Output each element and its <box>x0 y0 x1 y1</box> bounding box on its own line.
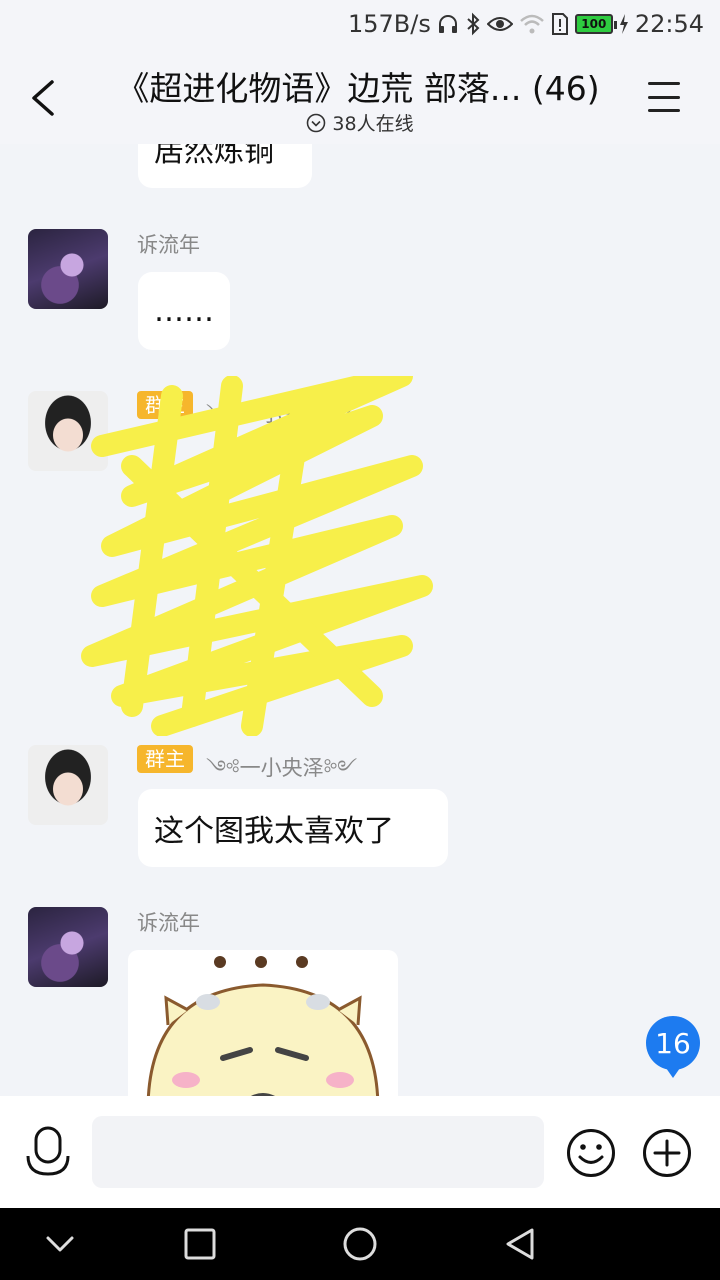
network-speed: 157B/s <box>347 10 431 38</box>
avatar[interactable] <box>28 907 108 987</box>
message-input[interactable] <box>92 1116 544 1188</box>
plus-icon[interactable] <box>642 1128 692 1178</box>
back-triangle-icon[interactable] <box>502 1226 538 1262</box>
eye-icon <box>486 12 513 36</box>
charging-icon <box>619 12 629 36</box>
battery-icon: 100 <box>574 14 617 34</box>
sticker-image[interactable] <box>128 950 398 1096</box>
group-title[interactable]: 《超进化物语》边荒 部落... (46) <box>78 62 638 110</box>
message-text: 这个图我太喜欢了 <box>154 814 394 849</box>
owner-badge: 群主 <box>137 745 193 773</box>
message-bubble[interactable]: 这个图我太喜欢了 <box>138 789 448 867</box>
emoji-icon[interactable] <box>566 1128 616 1178</box>
redaction-scribble <box>81 376 433 736</box>
system-nav-bar <box>0 1208 720 1280</box>
menu-icon[interactable] <box>648 82 680 112</box>
sim-alert-icon <box>551 12 569 36</box>
clock: 22:54 <box>634 10 704 38</box>
chevron-down-icon[interactable] <box>42 1226 78 1262</box>
message-bubble[interactable]: 居然炼铜 <box>138 144 312 188</box>
microphone-icon[interactable] <box>24 1126 72 1178</box>
message-list[interactable]: 居然炼铜 诉流年 …… 群主 ༺一小央泽༻ 群主 ༺一小央泽༻ 这个图我太喜欢了… <box>0 144 720 1096</box>
bluetooth-icon <box>465 12 481 36</box>
avatar[interactable] <box>28 229 108 309</box>
avatar[interactable] <box>28 745 108 825</box>
sender-name: 诉流年 <box>137 233 200 257</box>
message-bubble[interactable]: …… <box>138 272 230 350</box>
online-count-label: 38人在线 <box>332 113 414 135</box>
chevron-down-circle-icon <box>307 113 326 132</box>
recent-apps-icon[interactable] <box>182 1226 218 1262</box>
input-bar <box>0 1096 720 1208</box>
unread-count-label: 16 <box>655 1026 691 1060</box>
message-text: 居然炼铜 <box>154 144 274 169</box>
unread-count-badge[interactable]: 16 <box>646 1016 700 1078</box>
wifi-icon <box>519 12 545 36</box>
message-text: …… <box>154 293 214 329</box>
online-count[interactable]: 38人在线 <box>0 109 720 136</box>
headphone-icon <box>437 12 459 36</box>
sender-name: 诉流年 <box>137 911 200 935</box>
chat-header: 《超进化物语》边荒 部落... (46) 38人在线 <box>0 48 720 144</box>
home-icon[interactable] <box>342 1226 378 1262</box>
status-bar: 157B/s 100 22:54 <box>0 0 720 48</box>
